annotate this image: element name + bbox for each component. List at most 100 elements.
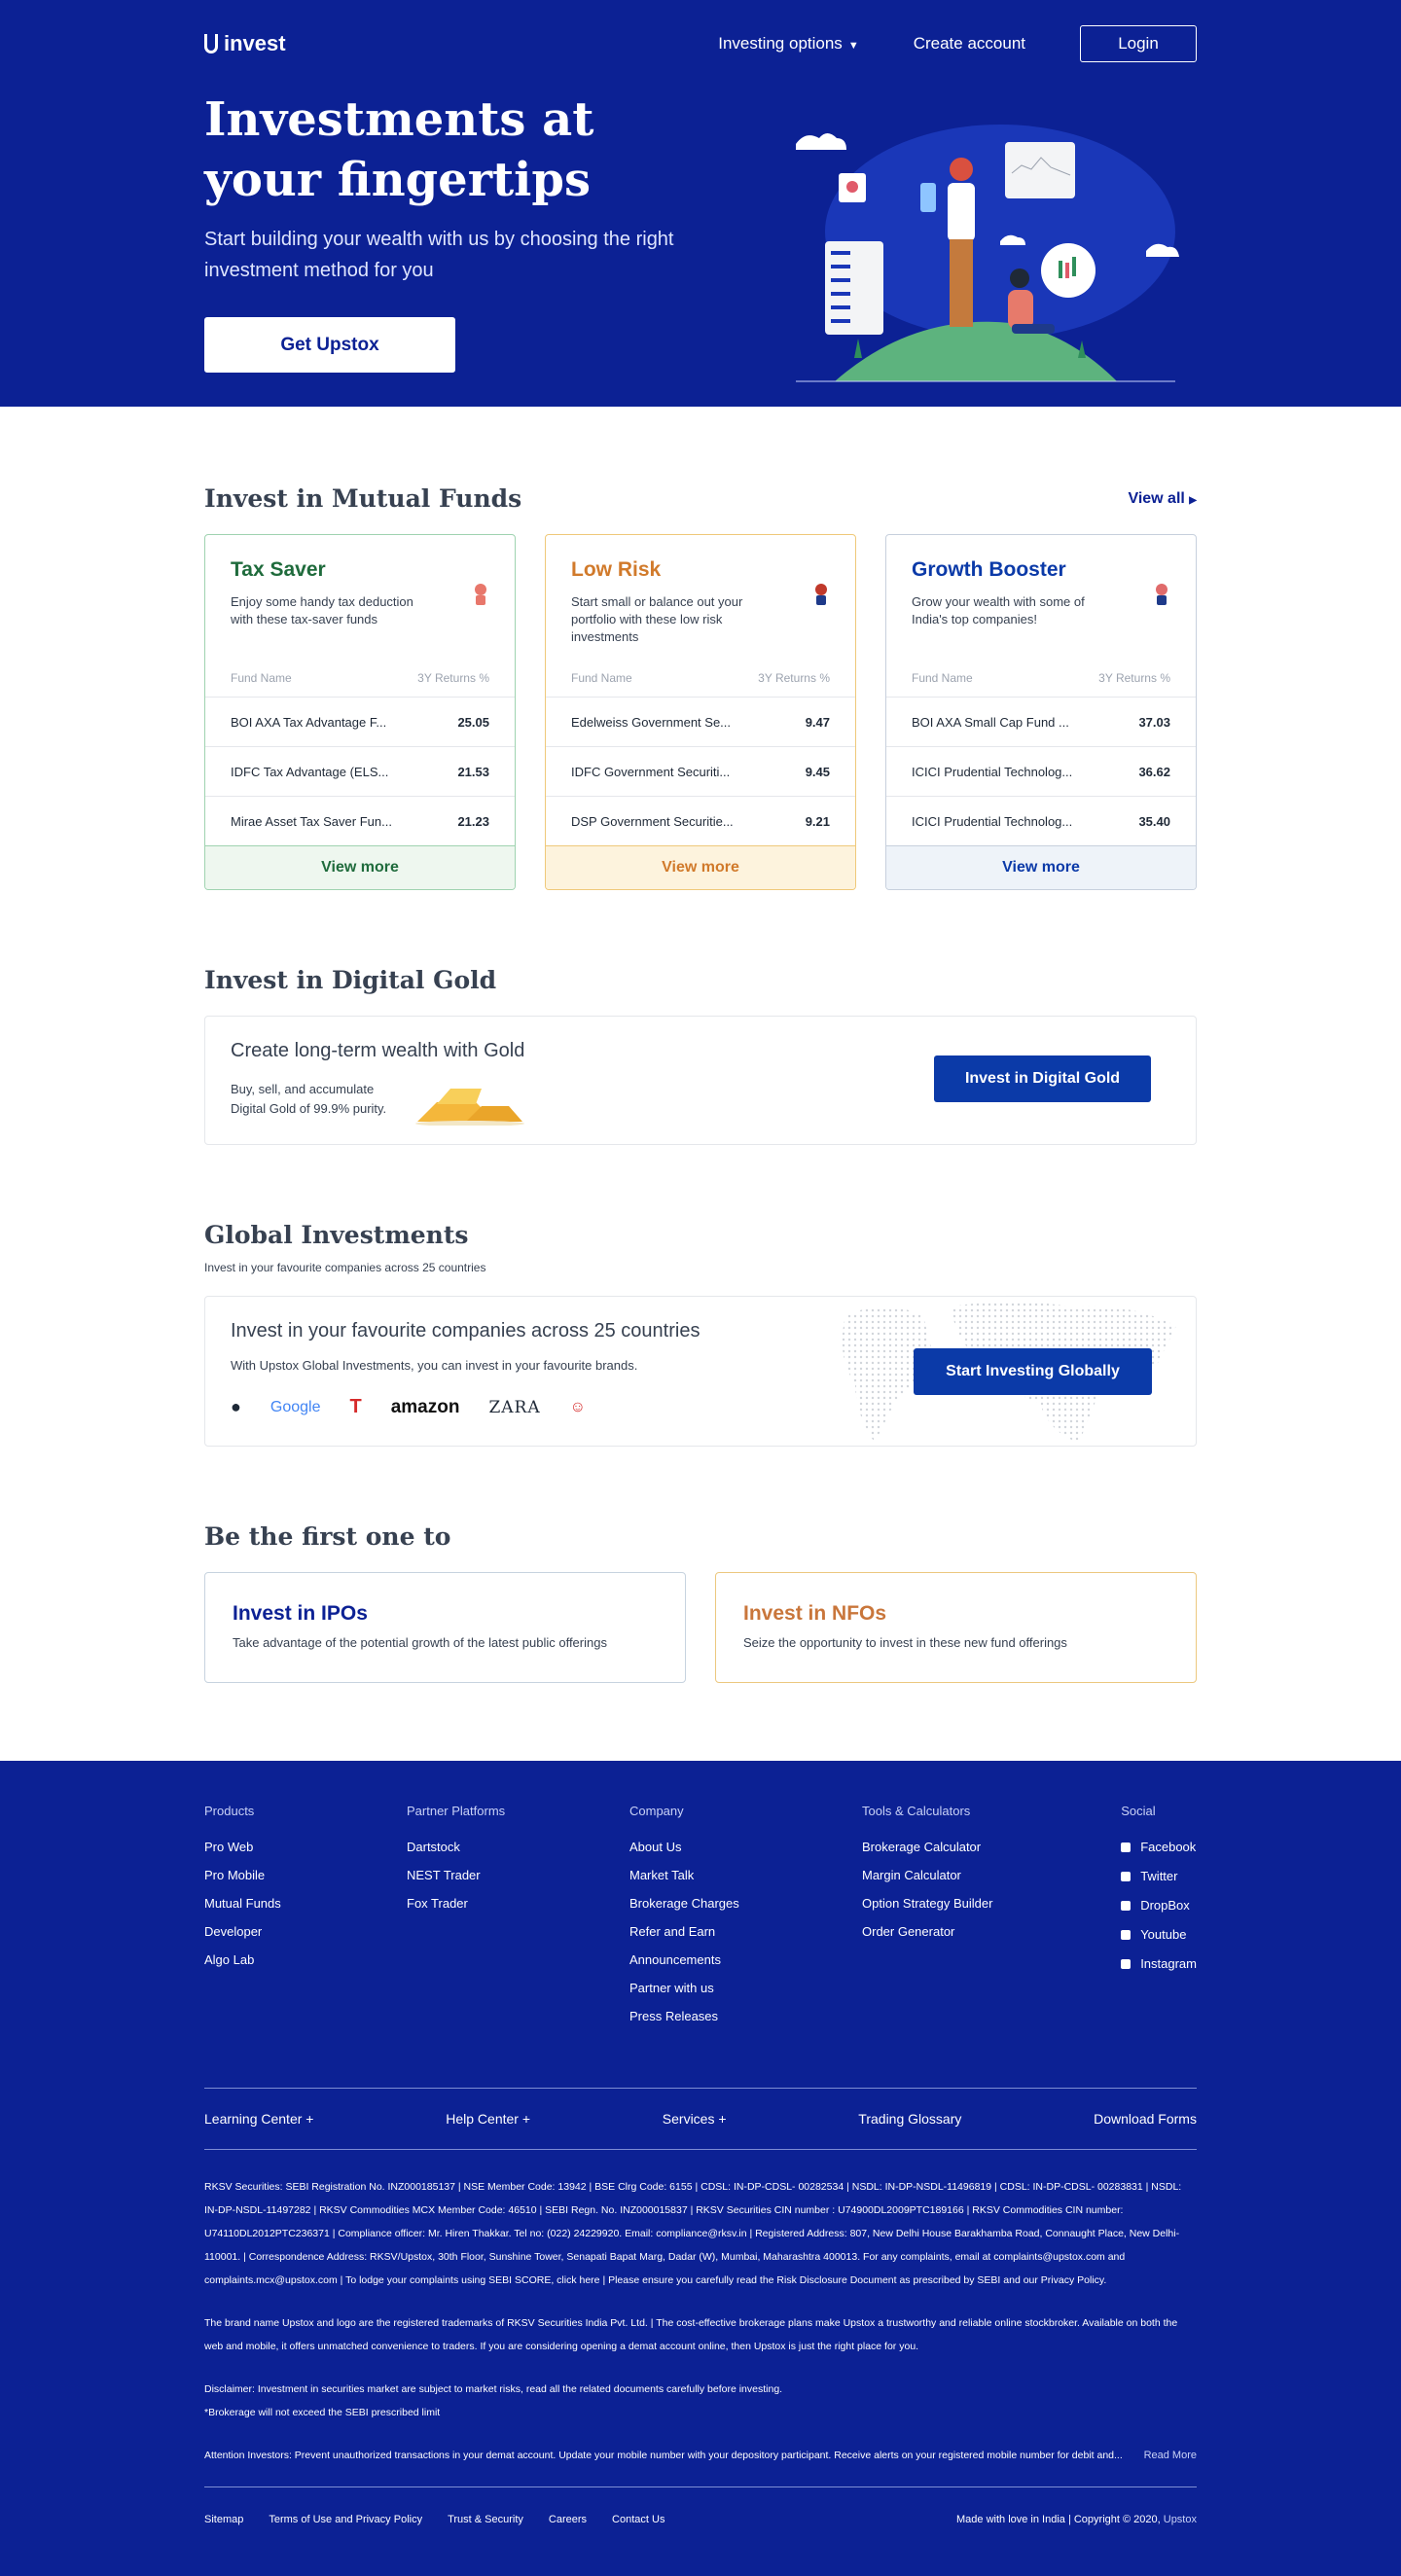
footer-col-products: Products Pro Web Pro Mobile Mutual Funds Dev…: [204, 1804, 407, 2037]
footer-link[interactable]: Pro Mobile: [204, 1868, 407, 1882]
view-more-button[interactable]: View more: [205, 845, 515, 889]
hello-kitty-logo-icon: ☺: [569, 1398, 586, 1415]
card-description: Grow your wealth with some of India's to…: [912, 594, 1085, 626]
twitter-icon: [1121, 1871, 1132, 1881]
footer-secondary-link[interactable]: Help Center +: [446, 2111, 530, 2127]
fund-name: Edelweiss Government Se...: [571, 714, 732, 730]
table-row[interactable]: BOI AXA Small Cap Fund ... 37.03: [886, 697, 1196, 746]
start-investing-globally-button[interactable]: Start Investing Globally: [914, 1348, 1152, 1395]
footer-link[interactable]: NEST Trader: [407, 1868, 629, 1882]
social-label: DropBox: [1140, 1898, 1190, 1913]
social-instagram[interactable]: Instagram: [1121, 1956, 1197, 1971]
bottom-link[interactable]: Terms of Use and Privacy Policy: [269, 2514, 422, 2525]
create-account-link[interactable]: Create account: [914, 34, 1025, 54]
upstox-link[interactable]: Upstox: [1164, 2514, 1197, 2525]
fund-name: Mirae Asset Tax Saver Fun...: [231, 813, 392, 829]
footer-link[interactable]: About Us: [629, 1840, 862, 1854]
footer-link[interactable]: Fox Trader: [407, 1896, 629, 1911]
social-label: Instagram: [1140, 1956, 1197, 1971]
fund-name: ICICI Prudential Technolog...: [912, 813, 1073, 829]
table-row[interactable]: IDFC Tax Advantage (ELS... 21.53: [205, 746, 515, 796]
returns-header: 3Y Returns %: [758, 671, 830, 685]
trademark-note: The brand name Upstox and logo are the r…: [204, 2317, 1178, 2352]
footer-col-heading: Products: [204, 1804, 255, 1818]
footer-link[interactable]: Dartstock: [407, 1840, 629, 1854]
apple-logo-icon: ●: [231, 1397, 241, 1416]
card-title: Growth Booster: [912, 558, 1066, 581]
footer-link[interactable]: Press Releases: [629, 2009, 862, 2023]
safety-badge-icon: [810, 580, 832, 607]
table-row[interactable]: ICICI Prudential Technolog... 36.62: [886, 746, 1196, 796]
footer-link[interactable]: Order Generator: [862, 1924, 1118, 1939]
bottom-link[interactable]: Sitemap: [204, 2514, 243, 2525]
hero-subtitle: Start building your wealth with us by ch…: [204, 229, 674, 281]
fund-card: Growth Booster Grow your wealth with some…: [885, 534, 1197, 890]
footer-secondary-link[interactable]: Learning Center +: [204, 2111, 313, 2127]
view-more-button[interactable]: View more: [886, 845, 1196, 889]
table-row[interactable]: Edelweiss Government Se... 9.47: [546, 697, 855, 746]
logo[interactable]: invest: [204, 31, 286, 56]
footer-link[interactable]: Market Talk: [629, 1868, 862, 1882]
social-youtube[interactable]: Youtube: [1121, 1927, 1197, 1942]
brokerage-note: *Brokerage will not exceed the SEBI pres…: [204, 2407, 441, 2418]
get-upstox-button[interactable]: Get Upstox: [204, 317, 455, 373]
view-more-button[interactable]: View more: [546, 845, 855, 889]
footer-link[interactable]: Partner with us: [629, 1981, 862, 1995]
youtube-icon: [1121, 1929, 1132, 1940]
logo-icon: [204, 34, 218, 54]
read-more-link[interactable]: Read More: [1144, 2444, 1197, 2467]
fund-card: Tax Saver Enjoy some handy tax deduction …: [204, 534, 516, 890]
footer-link[interactable]: Refer and Earn: [629, 1924, 862, 1939]
nfo-title: Invest in NFOs: [743, 1602, 887, 1625]
bottom-links: Sitemap Terms of Use and Privacy Policy Tr…: [204, 2514, 665, 2525]
table-row[interactable]: BOI AXA Tax Advantage F... 25.05: [205, 697, 515, 746]
bottom-link[interactable]: Contact Us: [612, 2514, 665, 2525]
bottom-link[interactable]: Careers: [549, 2514, 587, 2525]
card-header: Tax Saver Enjoy some handy tax deduction …: [205, 535, 515, 660]
tesla-logo-icon: T: [349, 1396, 362, 1417]
social-dropbox[interactable]: DropBox: [1121, 1898, 1197, 1913]
table-row[interactable]: IDFC Government Securiti... 9.45: [546, 746, 855, 796]
table-row[interactable]: Mirae Asset Tax Saver Fun... 21.23: [205, 796, 515, 845]
fund-name-header: Fund Name: [912, 671, 973, 685]
login-button[interactable]: Login: [1080, 25, 1197, 62]
fund-name: ICICI Prudential Technolog...: [912, 764, 1073, 779]
social-facebook[interactable]: Facebook: [1121, 1840, 1197, 1854]
investing-options-dropdown[interactable]: Investing options ▼: [718, 34, 858, 54]
fund-return: 9.47: [805, 714, 830, 730]
digital-gold-title: Invest in Digital Gold: [204, 966, 497, 994]
invest-digital-gold-button[interactable]: Invest in Digital Gold: [934, 1055, 1151, 1102]
footer-link[interactable]: Brokerage Charges: [629, 1896, 862, 1911]
view-all-link[interactable]: View all ▶: [1128, 490, 1197, 508]
footer-link[interactable]: Margin Calculator: [862, 1868, 1118, 1882]
card-description: Start small or balance out your portfoli…: [571, 594, 743, 644]
footer-secondary-links: Learning Center + Help Center + Services +…: [204, 2089, 1197, 2149]
footer-secondary-link[interactable]: Download Forms: [1094, 2111, 1197, 2127]
returns-header: 3Y Returns %: [1098, 671, 1170, 685]
fund-cards: Tax Saver Enjoy some handy tax deduction …: [204, 534, 1197, 890]
footer-link[interactable]: Developer: [204, 1924, 407, 1939]
fund-name: IDFC Government Securiti...: [571, 764, 731, 779]
invest-ipos-card[interactable]: Invest in IPOs Take advantage of the pot…: [204, 1572, 686, 1683]
footer-link[interactable]: Brokerage Calculator: [862, 1840, 1118, 1854]
footer-col-social: Social Facebook Twitter DropBox Youtube Insta…: [1121, 1804, 1197, 2037]
fund-return: 21.53: [457, 764, 489, 779]
fund-name-header: Fund Name: [231, 671, 292, 685]
footer-link[interactable]: Announcements: [629, 1952, 862, 1967]
footer-secondary-link[interactable]: Services +: [663, 2111, 727, 2127]
registration-details: RKSV Securities: SEBI Registration No. I…: [204, 2181, 1182, 2286]
footer-secondary-link[interactable]: Trading Glossary: [858, 2111, 961, 2127]
top-nav: invest Investing options ▼ Create account…: [204, 0, 1197, 88]
footer-link[interactable]: Algo Lab: [204, 1952, 407, 1967]
fund-return: 25.05: [457, 714, 489, 730]
table-row[interactable]: DSP Government Securitie... 9.21: [546, 796, 855, 845]
footer-link[interactable]: Option Strategy Builder: [862, 1896, 1118, 1911]
footer-link[interactable]: Mutual Funds: [204, 1896, 407, 1911]
fund-return: 9.21: [805, 813, 830, 829]
table-row[interactable]: ICICI Prudential Technolog... 35.40: [886, 796, 1196, 845]
bottom-link[interactable]: Trust & Security: [448, 2514, 523, 2525]
social-twitter[interactable]: Twitter: [1121, 1869, 1197, 1883]
be-first-title: Be the first one to: [204, 1522, 451, 1551]
invest-nfos-card[interactable]: Invest in NFOs Seize the opportunity to …: [715, 1572, 1197, 1683]
footer-link[interactable]: Pro Web: [204, 1840, 407, 1854]
